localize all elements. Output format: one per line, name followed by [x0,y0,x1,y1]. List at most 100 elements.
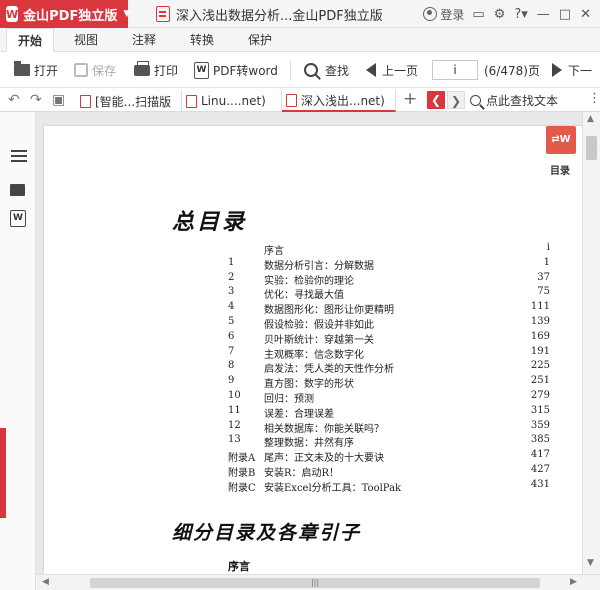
toc-chapter-title: 实验：检验你的理论 [264,275,354,287]
right-sidebar: ⇄W 目录 [538,112,582,574]
vertical-scrollbar[interactable]: ▲ ▼ [582,112,600,574]
document-tabs-bar: ↶ ↷ ▣ [智能...扫描版 Linu....net) 深入浅出...net)… [0,88,600,112]
toc-row: 13 整理数据：井然有序 385 [228,434,550,449]
print-button[interactable]: 打印 [134,52,178,88]
toc-chapter-title: 回归：预测 [264,393,314,405]
tab-scroll-left-icon[interactable]: ❮ [427,91,445,109]
find-text-label: 点此查找文本 [486,93,559,108]
toolbar-divider [290,60,291,80]
toc-heading: 总目录 [172,209,248,235]
toc-chapter-title: 误差：合理误差 [264,408,334,420]
pdf-icon [286,93,297,107]
toc-chapter-number: 6 [228,330,235,342]
toc-chapter-number: 附录B [228,467,256,479]
find-button[interactable]: 查找 [304,52,349,88]
save-button[interactable]: 保存 [74,52,116,88]
document-icon [156,6,170,22]
document-tab-label: [智能...扫描版 [95,94,172,109]
redo-icon[interactable]: ↷ [30,92,42,108]
toc-chapter-number: 附录A [228,453,256,465]
toc-chapter-number: 2 [228,271,235,283]
toc-chapter-number: 7 [228,345,235,357]
toc-chapter-title: 贝叶斯统计：穿越第一关 [264,334,374,346]
new-tab-icon[interactable]: + [403,89,417,109]
toc-chapter-title: 相关数据库：你能关联吗？ [264,423,384,435]
next-page-button[interactable]: 下一 [552,52,592,88]
pdf-icon [80,94,91,108]
toc-chapter-number: 5 [228,315,235,327]
toc-row: 附录A 尾声：正文未及的十大要诀 417 [228,449,550,464]
chevron-down-icon: ▼ [123,9,131,19]
tab-home[interactable]: 开始 [6,28,54,52]
toolbar: 打开 保存 打印 W PDF转word 查找 上一页 (6/478)页 下一 [0,52,600,88]
toc-row: 8 启发法：凭人类的天性作分析 225 [228,360,550,375]
help-icon[interactable]: ?▾ [514,7,527,22]
toc-row: 5 假设检验：假设并非如此 139 [228,316,550,331]
message-icon[interactable]: ▭ [472,7,484,22]
toc-chapter-title: 主观概率：信念数字化 [264,349,364,361]
minimize-icon[interactable]: — [537,7,550,22]
horizontal-scroll-thumb[interactable]: ||| [90,578,540,588]
outline-icon[interactable] [11,150,27,165]
open-button[interactable]: 打开 [14,52,58,88]
toc-chapter-number: 8 [228,360,235,372]
scroll-up-icon[interactable]: ▲ [587,114,594,124]
scroll-down-icon[interactable]: ▼ [587,558,594,568]
document-view[interactable]: 总目录 序言 i 1 数据分析引言：分解数据 1 2 实验：检验你的理论 37 3 优化：寻找最大… [36,112,582,574]
find-text-button[interactable]: 点此查找文本 [470,88,558,112]
save-icon [74,63,88,77]
document-tab-active[interactable]: 深入浅出...net) [282,90,396,112]
more-options-icon[interactable]: ⋮ [588,91,600,106]
window-title: 深入浅出数据分析...金山PDF独立版 [156,0,383,28]
sidebar-toggle-handle[interactable] [0,428,6,518]
tab-convert[interactable]: 转换 [178,28,226,52]
sub-toc-heading: 细分目录及各章引子 [172,522,362,544]
scroll-left-icon[interactable]: ◀ [42,577,49,587]
document-title: 深入浅出数据分析...金山PDF独立版 [176,8,383,24]
toc-panel-button[interactable]: ⇄W [546,126,576,154]
document-tab[interactable]: Linu....net) [182,90,282,112]
toc-row: 4 数据图形化：图形让你更精明 111 [228,301,550,316]
pdf-to-word-button[interactable]: W PDF转word [194,52,278,88]
document-tab[interactable]: [智能...扫描版 [76,90,182,112]
toc-row: 3 优化：寻找最大值 75 [228,286,550,301]
toc-chapter-number: 9 [228,375,235,387]
login-label: 登录 [440,7,465,22]
prev-page-button[interactable]: 上一页 [366,52,418,88]
settings-icon[interactable]: ⚙ [494,7,506,22]
app-menu-button[interactable]: W 金山PDF独立版 ▼ [0,0,131,28]
app-name: 金山PDF独立版 [23,8,118,24]
toc-chapter-number: 13 [228,434,241,446]
login-button[interactable]: 登录 [423,6,464,23]
title-controls: 登录 ▭ ⚙ ?▾ — □ ✕ [423,0,600,28]
tab-annotate[interactable]: 注释 [120,28,168,52]
pdf-icon [186,94,197,108]
toc-chapter-number: 11 [228,404,241,416]
arrow-right-icon [552,63,562,77]
horizontal-scrollbar[interactable]: ◀ ||| ▶ [36,574,600,590]
toc-chapter-number: 附录C [228,482,256,494]
pdf-to-word-side-icon[interactable]: W [10,210,26,227]
document-tab-label: Linu....net) [201,94,266,108]
tab-view[interactable]: 视图 [62,28,110,52]
toc-row: 附录C 安装Excel分析工具：ToolPak 431 [228,479,550,494]
close-icon[interactable]: ✕ [580,7,591,22]
toc-row: 7 主观概率：信念数字化 191 [228,346,550,361]
page-number-input[interactable] [432,60,478,80]
scroll-right-icon[interactable]: ▶ [570,577,577,587]
toc-list: 序言 i 1 数据分析引言：分解数据 1 2 实验：检验你的理论 37 3 优化：寻找最大值 75 4… [228,242,550,494]
save-small-icon[interactable]: ▣ [52,92,65,108]
toc-chapter-number: 4 [228,301,235,313]
save-label: 保存 [92,63,117,78]
toc-chapter-title: 整理数据：井然有序 [264,438,354,450]
tab-protect[interactable]: 保护 [236,28,284,52]
toc-row: 11 误差：合理误差 315 [228,405,550,420]
maximize-icon[interactable]: □ [559,7,571,22]
find-label: 查找 [325,63,350,78]
undo-icon[interactable]: ↶ [8,92,20,108]
thumbnails-icon[interactable] [10,180,27,196]
vertical-scroll-thumb[interactable] [586,136,597,160]
preface-heading: 序言 [228,560,250,573]
tab-scroll-right-icon[interactable]: ❯ [447,91,465,109]
pdf-page: 总目录 序言 i 1 数据分析引言：分解数据 1 2 实验：检验你的理论 37 3 优化：寻找最大… [44,126,582,574]
